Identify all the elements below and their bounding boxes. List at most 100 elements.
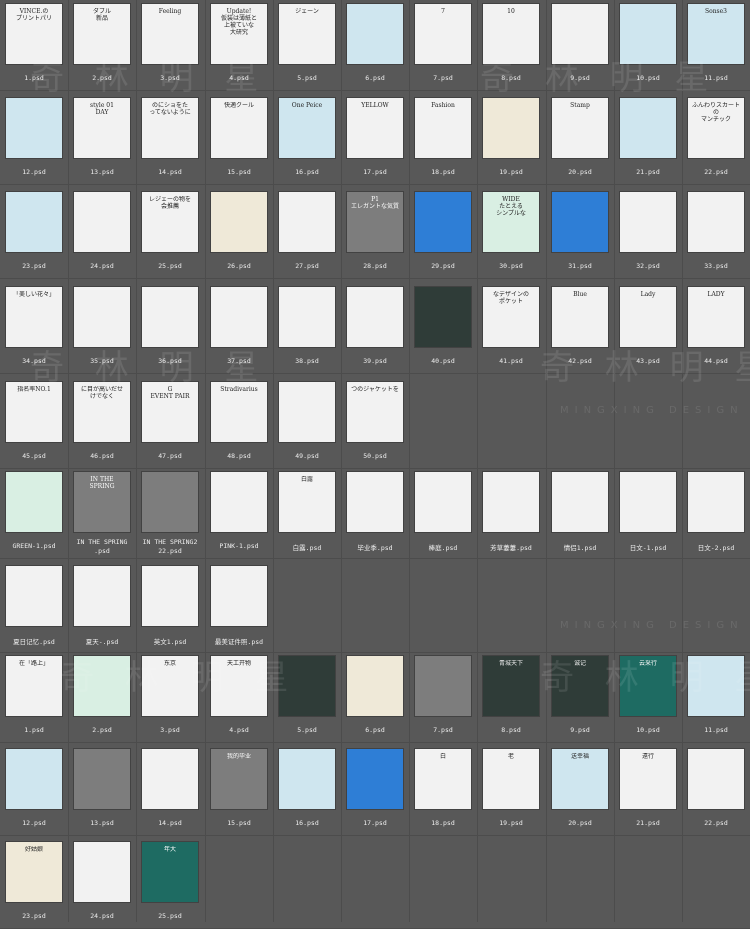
file-thumbnail[interactable] — [211, 192, 267, 252]
file-thumbnail[interactable] — [688, 656, 744, 716]
file-thumbnail[interactable] — [347, 287, 403, 347]
file-thumbnail[interactable]: VINCE.の プリントパリ — [6, 4, 62, 64]
file-thumbnail[interactable]: 青城天下 — [483, 656, 539, 716]
file-thumbnail[interactable] — [347, 749, 403, 809]
file-tile[interactable]: 日文-1.psd — [614, 468, 682, 558]
file-thumbnail[interactable] — [279, 382, 335, 442]
file-tile[interactable]: 21.psd — [614, 94, 682, 184]
file-thumbnail[interactable]: Blue — [552, 287, 608, 347]
file-tile[interactable]: 日文-2.psd — [682, 468, 750, 558]
file-thumbnail[interactable] — [620, 192, 676, 252]
file-tile[interactable]: に目が高いだせ けでなく 46.psd — [68, 378, 136, 468]
file-tile[interactable]: IN THE SPRING2 22.psd — [136, 468, 204, 558]
file-thumbnail[interactable]: 指名率NO.1 — [6, 382, 62, 442]
file-tile[interactable]: 白 18.psd — [409, 745, 477, 835]
file-thumbnail[interactable] — [347, 656, 403, 716]
file-tile[interactable]: Stamp 20.psd — [546, 94, 614, 184]
file-tile[interactable]: Sonse3 11.psd — [682, 0, 750, 90]
file-tile[interactable]: ダブル 新品 2.psd — [68, 0, 136, 90]
file-thumbnail[interactable]: 白露 — [279, 472, 335, 532]
file-thumbnail[interactable] — [74, 656, 130, 716]
file-thumbnail[interactable] — [552, 4, 608, 64]
file-thumbnail[interactable] — [74, 749, 130, 809]
file-thumbnail[interactable] — [415, 472, 471, 532]
file-tile[interactable]: 27.psd — [273, 188, 341, 278]
file-tile[interactable]: 东京 3.psd — [136, 652, 204, 742]
file-tile[interactable]: 送幸福 20.psd — [546, 745, 614, 835]
file-tile[interactable]: 36.psd — [136, 283, 204, 373]
file-tile[interactable]: 夏日记忆.psd — [0, 562, 68, 652]
file-tile[interactable]: 24.psd — [68, 188, 136, 278]
file-tile[interactable]: 5.psd — [273, 652, 341, 742]
file-thumbnail[interactable]: 遠行 — [620, 749, 676, 809]
file-thumbnail[interactable] — [279, 656, 335, 716]
file-thumbnail[interactable]: ふんわりスカートの マンチック — [688, 98, 744, 158]
file-thumbnail[interactable] — [483, 98, 539, 158]
file-thumbnail[interactable]: レジェーの物を 会推薦 — [142, 192, 198, 252]
file-tile[interactable]: ジェーン 5.psd — [273, 0, 341, 90]
file-thumbnail[interactable] — [6, 192, 62, 252]
file-thumbnail[interactable] — [688, 192, 744, 252]
file-tile[interactable]: 芳草萋萋.psd — [477, 468, 545, 558]
file-tile[interactable]: 棒庭.psd — [409, 468, 477, 558]
file-tile[interactable]: 11.psd — [682, 652, 750, 742]
file-thumbnail[interactable] — [74, 287, 130, 347]
file-tile[interactable]: 16.psd — [273, 745, 341, 835]
file-thumbnail[interactable] — [6, 566, 62, 626]
file-thumbnail[interactable] — [688, 749, 744, 809]
file-tile[interactable]: G EVENT PAIR 47.psd — [136, 378, 204, 468]
file-tile[interactable]: 白露 白露.psd — [273, 468, 341, 558]
file-tile[interactable]: style 01 DAY 13.psd — [68, 94, 136, 184]
file-tile[interactable]: 17.psd — [341, 745, 409, 835]
file-tile[interactable]: のにショをた ってないように 14.psd — [136, 94, 204, 184]
file-tile[interactable]: 32.psd — [614, 188, 682, 278]
file-tile[interactable]: 7 7.psd — [409, 0, 477, 90]
file-tile[interactable]: PINK-1.psd — [205, 468, 273, 558]
file-thumbnail[interactable]: 「美しい花々」 — [6, 287, 62, 347]
file-tile[interactable]: 22.psd — [682, 745, 750, 835]
file-thumbnail[interactable] — [552, 192, 608, 252]
file-tile[interactable]: Lady 43.psd — [614, 283, 682, 373]
file-tile[interactable]: つのジャケットを 50.psd — [341, 378, 409, 468]
file-tile[interactable]: 英文1.psd — [136, 562, 204, 652]
file-thumbnail[interactable] — [347, 4, 403, 64]
file-thumbnail[interactable]: 年大 — [142, 842, 198, 902]
file-tile[interactable]: 26.psd — [205, 188, 273, 278]
file-tile[interactable]: 12.psd — [0, 745, 68, 835]
file-thumbnail[interactable]: 我的毕业 — [211, 749, 267, 809]
file-tile[interactable]: 在「路上」 1.psd — [0, 652, 68, 742]
file-tile[interactable]: 12.psd — [0, 94, 68, 184]
file-thumbnail[interactable]: LADY — [688, 287, 744, 347]
file-thumbnail[interactable]: WIDE たとえる シンプルな — [483, 192, 539, 252]
file-thumbnail[interactable] — [347, 472, 403, 532]
file-thumbnail[interactable] — [415, 287, 471, 347]
file-tile[interactable]: 遠行 21.psd — [614, 745, 682, 835]
file-tile[interactable]: 31.psd — [546, 188, 614, 278]
file-thumbnail[interactable]: 7 — [415, 4, 471, 64]
file-tile[interactable]: 青城天下 8.psd — [477, 652, 545, 742]
file-tile[interactable]: Feeling 3.psd — [136, 0, 204, 90]
file-thumbnail[interactable]: 好姑娘 — [6, 842, 62, 902]
file-thumbnail[interactable] — [211, 566, 267, 626]
file-thumbnail[interactable]: ダブル 新品 — [74, 4, 130, 64]
file-tile[interactable]: 40.psd — [409, 283, 477, 373]
file-thumbnail[interactable] — [142, 472, 198, 532]
file-thumbnail[interactable] — [552, 472, 608, 532]
file-thumbnail[interactable] — [483, 472, 539, 532]
file-thumbnail[interactable] — [142, 566, 198, 626]
file-thumbnail[interactable]: ジェーン — [279, 4, 335, 64]
file-tile[interactable]: Fashion 18.psd — [409, 94, 477, 184]
file-tile[interactable]: 年大 25.psd — [136, 838, 204, 928]
file-thumbnail[interactable] — [279, 749, 335, 809]
file-tile[interactable]: 老 19.psd — [477, 745, 545, 835]
file-thumbnail[interactable]: P1 エレガントな気質 — [347, 192, 403, 252]
file-thumbnail[interactable]: Fashion — [415, 98, 471, 158]
file-thumbnail[interactable]: 白 — [415, 749, 471, 809]
file-tile[interactable]: 6.psd — [341, 0, 409, 90]
file-thumbnail[interactable]: つのジャケットを — [347, 382, 403, 442]
file-tile[interactable]: 13.psd — [68, 745, 136, 835]
file-thumbnail[interactable]: 快適クール — [211, 98, 267, 158]
file-thumbnail[interactable] — [688, 472, 744, 532]
file-thumbnail[interactable] — [279, 192, 335, 252]
file-thumbnail[interactable]: One Peice — [279, 98, 335, 158]
